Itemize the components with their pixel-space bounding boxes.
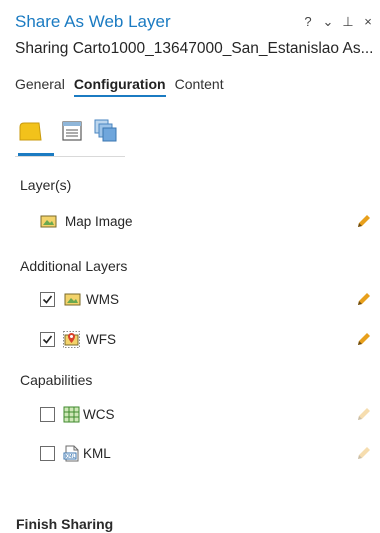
tab-configuration[interactable]: Configuration: [73, 76, 166, 97]
grid-icon: [63, 406, 80, 423]
additional-row-wfs: WFS: [0, 328, 380, 352]
section-layers-heading: Layer(s): [20, 177, 72, 193]
edit-pencil-icon[interactable]: [355, 444, 373, 462]
svg-text:KML: KML: [65, 454, 76, 460]
help-button[interactable]: ?: [302, 14, 314, 30]
kml-icon: KML: [63, 445, 79, 462]
wcs-checkbox[interactable]: [40, 407, 55, 422]
edit-pencil-icon[interactable]: [355, 212, 373, 230]
section-finish-sharing-heading: Finish Sharing: [16, 516, 114, 532]
layer-row-map-image: Map Image: [0, 210, 380, 234]
close-button[interactable]: ×: [362, 14, 374, 30]
edit-pencil-icon[interactable]: [355, 290, 373, 308]
checkmark-icon: [42, 295, 53, 304]
properties-icon[interactable]: [59, 118, 85, 144]
pages-icon[interactable]: [93, 118, 119, 144]
map-image-icon: [40, 215, 57, 228]
map-image-icon: [64, 293, 81, 306]
tab-content[interactable]: Content: [175, 76, 224, 97]
subtab-divider: [15, 156, 125, 157]
wms-label: WMS: [86, 292, 119, 307]
capability-row-kml: KML KML: [0, 442, 380, 466]
layer-label: Map Image: [65, 214, 133, 229]
edit-pencil-icon[interactable]: [355, 330, 373, 348]
wcs-label: WCS: [83, 407, 115, 422]
wfs-checkbox[interactable]: [40, 332, 55, 347]
title-controls: ? ⌄ ⊥ ×: [302, 14, 374, 30]
wms-checkbox[interactable]: [40, 292, 55, 307]
kml-checkbox[interactable]: [40, 446, 55, 461]
configuration-subtabs: [15, 115, 125, 157]
layers-icon[interactable]: [17, 118, 43, 144]
pane-title: Share As Web Layer: [15, 12, 171, 31]
sharing-subtitle: Sharing Carto1000_13647000_San_Estanisla…: [15, 40, 374, 57]
section-capabilities-heading: Capabilities: [20, 372, 93, 388]
title-bar: Share As Web Layer ? ⌄ ⊥ ×: [0, 0, 380, 34]
section-additional-layers-heading: Additional Layers: [20, 258, 128, 274]
wfs-label: WFS: [86, 332, 116, 347]
additional-row-wms: WMS: [0, 288, 380, 312]
feature-icon: [63, 331, 80, 348]
edit-pencil-icon[interactable]: [355, 405, 373, 423]
options-dropdown-button[interactable]: ⌄: [322, 14, 334, 30]
main-tabs: General Configuration Content: [15, 76, 224, 97]
kml-label: KML: [83, 446, 111, 461]
tab-general[interactable]: General: [15, 76, 65, 97]
pin-button[interactable]: ⊥: [342, 14, 354, 30]
checkmark-icon: [42, 335, 53, 344]
capability-row-wcs: WCS: [0, 403, 380, 427]
